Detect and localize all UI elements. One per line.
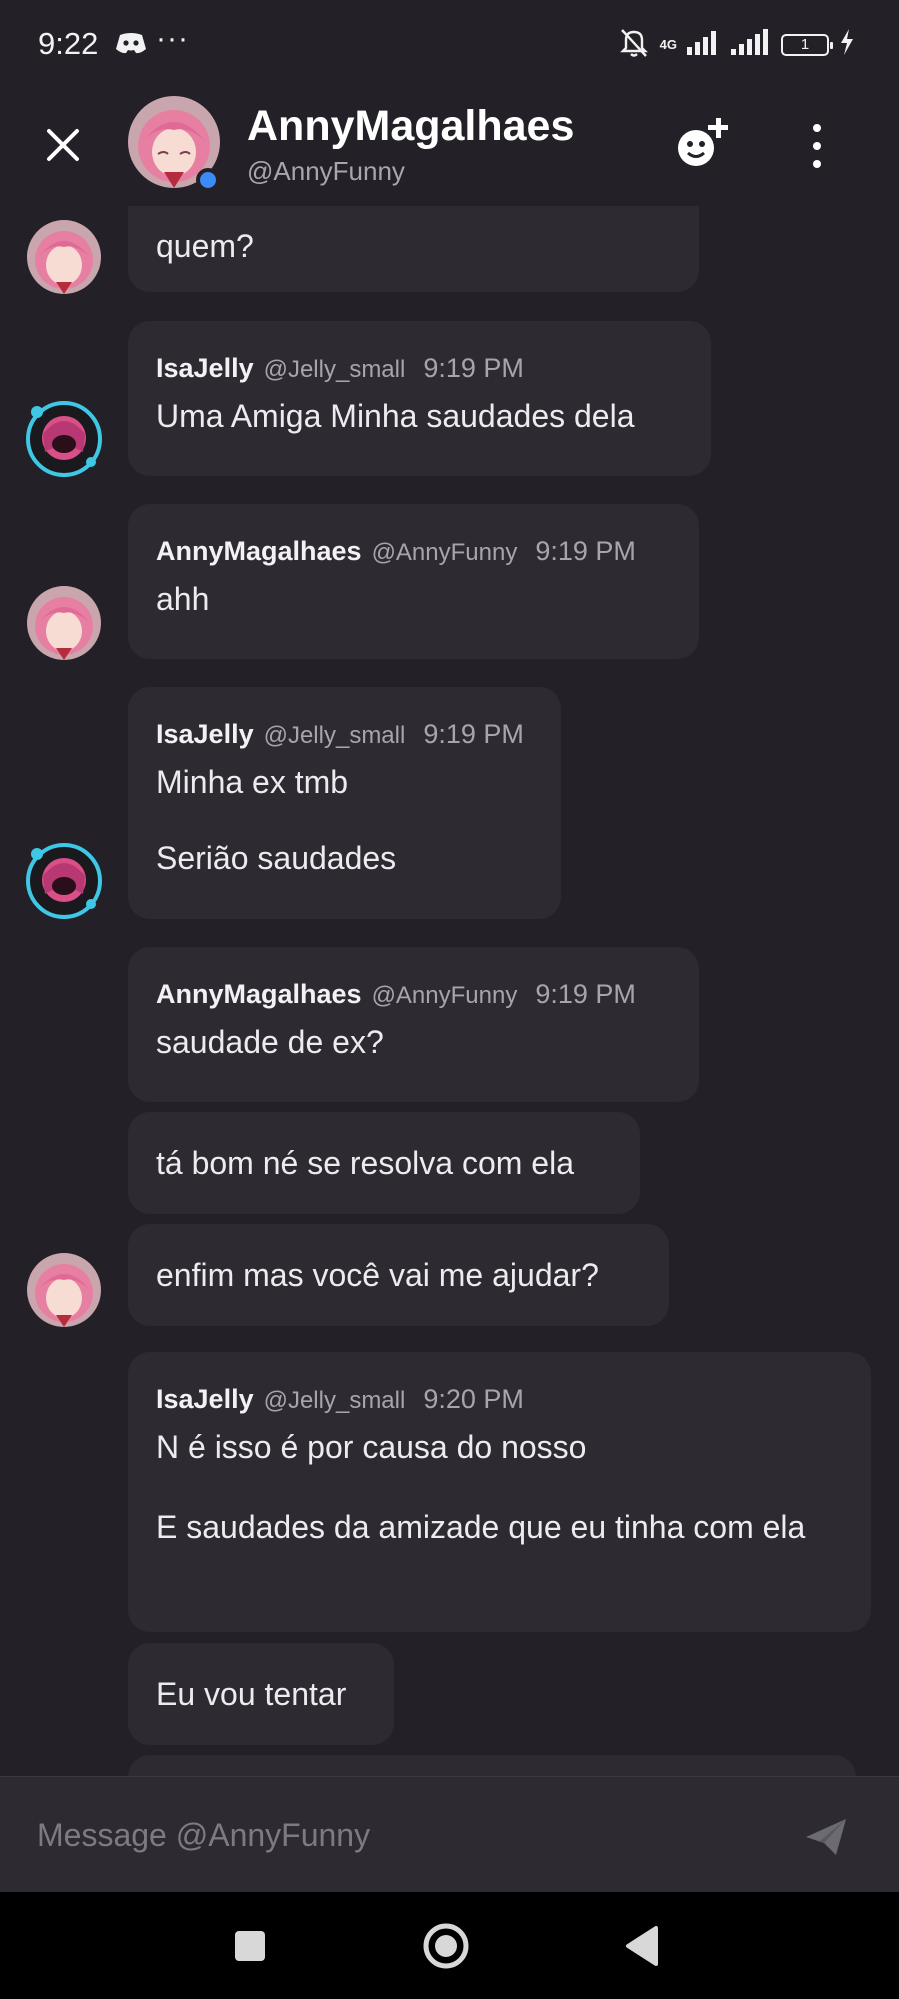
message-bubble[interactable]: IsaJelly @Jelly_small 9:19 PM Minha ex t… xyxy=(128,687,561,919)
message-timestamp: 9:20 PM xyxy=(423,1384,524,1414)
message-bubble[interactable]: tá bom né se resolva com ela xyxy=(128,1112,640,1214)
charging-icon xyxy=(839,29,855,60)
message-handle: @Jelly_small xyxy=(263,1387,406,1414)
message-author[interactable]: AnnyMagalhaes xyxy=(156,536,362,567)
avatar[interactable] xyxy=(25,842,103,920)
message-handle: @Jelly_small xyxy=(263,722,406,749)
page-title[interactable]: AnnyMagalhaes xyxy=(247,102,574,151)
home-circle-icon xyxy=(423,1923,469,1969)
close-button[interactable] xyxy=(38,120,88,170)
message-bubble[interactable]: IsaJelly @Jelly_small 9:20 PM N é isso é… xyxy=(128,1352,871,1632)
battery-icon: 1 xyxy=(781,33,833,56)
message-text: saudade de ex? xyxy=(156,1024,384,1060)
network-type: 4G xyxy=(659,37,677,52)
signal-icon xyxy=(687,29,721,60)
message-text: ahh xyxy=(156,581,210,617)
avatar[interactable] xyxy=(27,1253,101,1327)
avatar[interactable] xyxy=(27,220,101,294)
message-bubble[interactable]: AnnyMagalhaes @AnnyFunny 9:19 PM ahh xyxy=(128,504,699,659)
close-icon xyxy=(47,129,79,161)
message-author[interactable]: IsaJelly xyxy=(156,719,254,750)
message-timestamp: 9:19 PM xyxy=(535,979,636,1009)
message-bubble[interactable]: Eu vou tentar xyxy=(128,1643,394,1745)
message-header: AnnyMagalhaes @AnnyFunny 9:19 PM xyxy=(156,979,671,1010)
message-text: E saudades da amizade que eu tinha com e… xyxy=(156,1509,806,1545)
message-author[interactable]: IsaJelly xyxy=(156,1384,254,1415)
message-text: quem? xyxy=(156,228,254,264)
message-text: Serião saudades xyxy=(156,840,397,876)
online-status-indicator xyxy=(196,168,220,192)
message-list[interactable]: quem? IsaJelly @Jelly_small 9:19 PM Uma … xyxy=(0,206,899,1776)
back-triangle-icon xyxy=(626,1926,658,1966)
more-notifications-icon: ··· xyxy=(156,22,189,55)
add-emoji-person-icon xyxy=(678,118,728,166)
message-text: N é isso é por causa do nosso xyxy=(156,1429,587,1465)
battery-level: 1 xyxy=(800,36,810,53)
message-composer xyxy=(0,1776,899,1893)
message-text: Minha ex tmb xyxy=(156,764,349,800)
mute-bell-icon xyxy=(618,26,650,63)
system-navigation-bar xyxy=(0,1892,899,1999)
square-icon xyxy=(235,1931,265,1961)
message-input[interactable] xyxy=(0,1777,780,1893)
message-bubble[interactable]: quem? xyxy=(128,206,699,292)
header-handle: @AnnyFunny xyxy=(247,156,405,186)
recent-apps-button[interactable] xyxy=(224,1920,276,1972)
message-bubble[interactable]: IsaJelly @Jelly_small 9:19 PM Uma Amiga … xyxy=(128,321,711,476)
message-header: IsaJelly @Jelly_small 9:19 PM xyxy=(156,353,683,384)
menu-dot xyxy=(813,160,821,168)
message-header: IsaJelly @Jelly_small 9:20 PM xyxy=(156,1384,843,1415)
message-text: Uma Amiga Minha saudades dela xyxy=(156,398,635,434)
back-button[interactable] xyxy=(616,1920,668,1972)
message-header: IsaJelly @Jelly_small 9:19 PM xyxy=(156,719,533,750)
message-timestamp: 9:19 PM xyxy=(423,719,524,749)
message-text: enfim mas você vai me ajudar? xyxy=(156,1257,599,1293)
avatar[interactable] xyxy=(25,400,103,478)
message-timestamp: 9:19 PM xyxy=(423,353,524,383)
send-icon xyxy=(806,1819,846,1855)
message-handle: @Jelly_small xyxy=(263,356,406,383)
message-bubble-partial[interactable] xyxy=(128,1755,856,1776)
message-text: Eu vou tentar xyxy=(156,1676,347,1712)
add-friend-button[interactable] xyxy=(672,112,736,176)
more-options-button[interactable] xyxy=(800,118,834,174)
discord-icon xyxy=(116,32,146,59)
message-handle: @AnnyFunny xyxy=(371,982,518,1009)
message-bubble[interactable]: AnnyMagalhaes @AnnyFunny 9:19 PM saudade… xyxy=(128,947,699,1102)
signal-icon-2 xyxy=(731,29,771,60)
message-text: tá bom né se resolva com ela xyxy=(156,1145,574,1181)
message-bubble[interactable]: enfim mas você vai me ajudar? xyxy=(128,1224,669,1326)
message-handle: @AnnyFunny xyxy=(371,539,518,566)
message-author[interactable]: AnnyMagalhaes xyxy=(156,979,362,1010)
status-time: 9:22 xyxy=(38,26,99,61)
menu-dot xyxy=(813,124,821,132)
message-author[interactable]: IsaJelly xyxy=(156,353,254,384)
message-timestamp: 9:19 PM xyxy=(535,536,636,566)
status-bar: 9:22 ··· 4G 1 xyxy=(0,0,899,90)
message-header: AnnyMagalhaes @AnnyFunny 9:19 PM xyxy=(156,536,671,567)
menu-dot xyxy=(813,142,821,150)
avatar[interactable] xyxy=(27,586,101,660)
send-button[interactable] xyxy=(802,1813,850,1861)
chat-header: AnnyMagalhaes @AnnyFunny xyxy=(0,90,899,206)
home-button[interactable] xyxy=(420,1920,472,1972)
